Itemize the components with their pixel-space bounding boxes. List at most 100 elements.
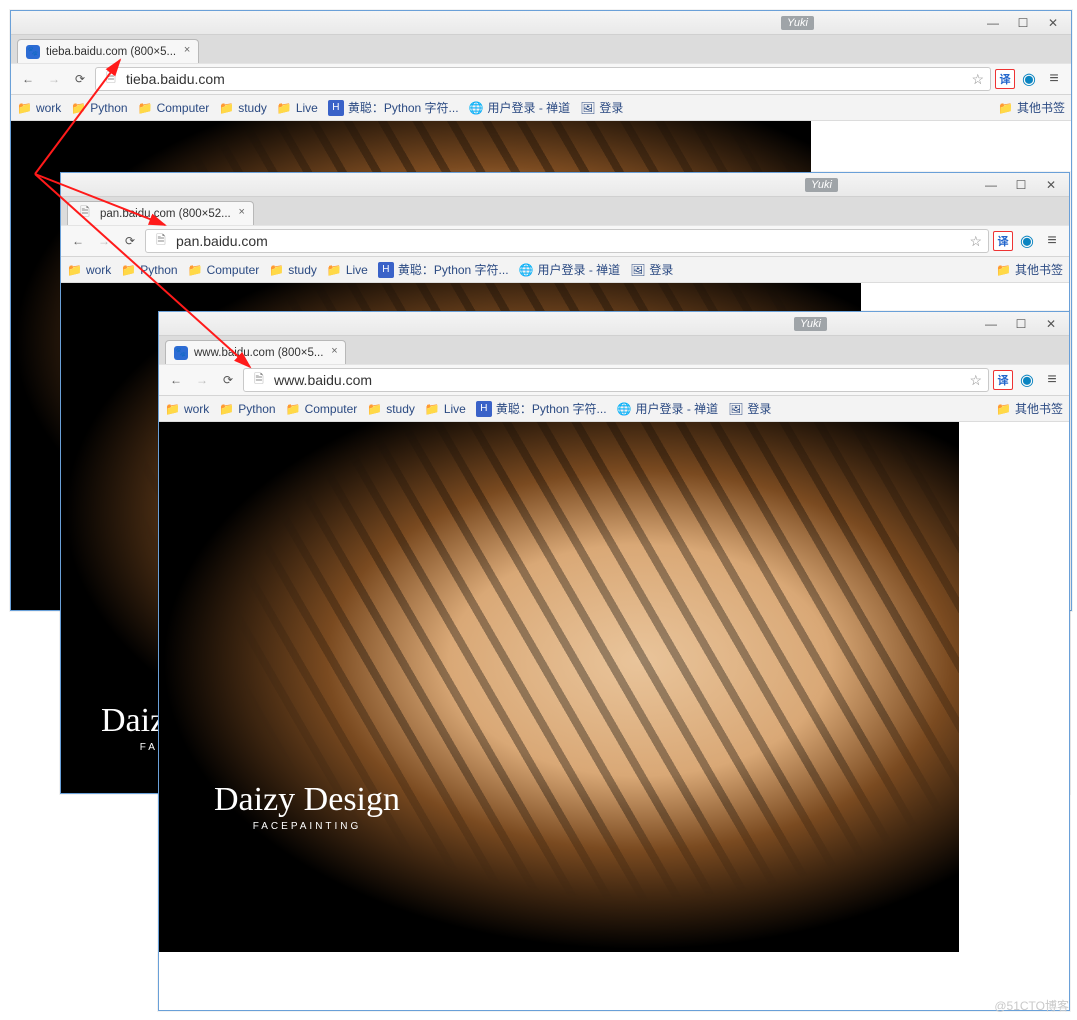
tab-close-button[interactable]: ×	[235, 206, 249, 220]
toolbar: ← → ⟳ pan.baidu.com ☆ 译 ◉ ≡	[61, 225, 1069, 257]
tab-strip: www.baidu.com (800×5... ×	[159, 336, 1069, 364]
folder-icon	[996, 263, 1011, 277]
maximize-button[interactable]: ☐	[1007, 176, 1035, 194]
folder-icon	[188, 263, 203, 277]
browser-extension-icon[interactable]: ◉	[1017, 231, 1037, 251]
favicon-icon	[174, 346, 188, 360]
back-button[interactable]: ←	[67, 230, 89, 252]
folder-icon	[996, 402, 1011, 416]
pic-icon	[630, 263, 645, 277]
menu-button[interactable]: ≡	[1041, 371, 1063, 389]
browser-extension-icon[interactable]: ◉	[1019, 69, 1039, 89]
bookmark-other[interactable]: 其他书签	[998, 99, 1065, 116]
folder-icon	[121, 263, 136, 277]
bookmark-folder-study[interactable]: study	[367, 402, 415, 416]
address-bar[interactable]: www.baidu.com ☆	[243, 368, 989, 392]
url-text: www.baidu.com	[274, 372, 372, 388]
tab-title: www.baidu.com (800×5...	[194, 347, 323, 359]
translate-extension-icon[interactable]: 译	[993, 231, 1013, 251]
bookmark-folder-work[interactable]: work	[67, 263, 111, 277]
back-button[interactable]: ←	[165, 369, 187, 391]
bookmark-other[interactable]: 其他书签	[996, 400, 1063, 417]
tab-close-button[interactable]: ×	[327, 345, 341, 359]
reload-button[interactable]: ⟳	[69, 68, 91, 90]
minimize-button[interactable]: —	[979, 14, 1007, 32]
bookmark-other[interactable]: 其他书签	[996, 261, 1063, 278]
close-button[interactable]: ✕	[1039, 14, 1067, 32]
bookmark-folder-computer[interactable]: Computer	[188, 263, 260, 277]
bookmark-star-icon[interactable]: ☆	[969, 233, 982, 250]
folder-icon	[269, 263, 284, 277]
site-icon: H	[328, 100, 344, 116]
close-button[interactable]: ✕	[1037, 176, 1065, 194]
bookmark-folder-live[interactable]: Live	[425, 402, 466, 416]
browser-tab[interactable]: www.baidu.com (800×5... ×	[165, 340, 346, 364]
tab-strip: tieba.baidu.com (800×5... ×	[11, 35, 1071, 63]
browser-tab[interactable]: tieba.baidu.com (800×5... ×	[17, 39, 199, 63]
minimize-button[interactable]: —	[977, 176, 1005, 194]
forward-button[interactable]: →	[93, 230, 115, 252]
tab-title: tieba.baidu.com (800×5...	[46, 46, 176, 58]
bookmark-link-huangcong[interactable]: H黄聪：Python 字符...	[328, 99, 459, 116]
bookmark-folder-python[interactable]: Python	[71, 101, 127, 115]
bookmark-folder-computer[interactable]: Computer	[286, 402, 358, 416]
bookmark-folder-work[interactable]: work	[165, 402, 209, 416]
bookmark-folder-study[interactable]: study	[219, 101, 267, 115]
bookmark-link-zentao[interactable]: 用户登录 - 禅道	[617, 400, 719, 417]
pic-icon	[580, 101, 595, 115]
minimize-button[interactable]: —	[977, 315, 1005, 333]
reload-button[interactable]: ⟳	[119, 230, 141, 252]
bookmark-folder-live[interactable]: Live	[277, 101, 318, 115]
browser-extension-icon[interactable]: ◉	[1017, 370, 1037, 390]
bookmark-link-login[interactable]: 登录	[580, 99, 623, 116]
bookmark-bar: work Python Computer study Live H黄聪：Pyth…	[61, 257, 1069, 283]
bookmark-folder-study[interactable]: study	[269, 263, 317, 277]
bookmark-folder-computer[interactable]: Computer	[138, 101, 210, 115]
site-icon: H	[378, 262, 394, 278]
address-bar[interactable]: pan.baidu.com ☆	[145, 229, 989, 253]
translate-extension-icon[interactable]: 译	[995, 69, 1015, 89]
back-button[interactable]: ←	[17, 68, 39, 90]
site-info-icon[interactable]	[250, 371, 268, 389]
menu-button[interactable]: ≡	[1043, 70, 1065, 88]
bookmark-link-huangcong[interactable]: H黄聪：Python 字符...	[378, 261, 509, 278]
folder-icon	[425, 402, 440, 416]
folder-icon	[219, 101, 234, 115]
bookmark-folder-python[interactable]: Python	[219, 402, 275, 416]
folder-icon	[165, 402, 180, 416]
bookmark-folder-live[interactable]: Live	[327, 263, 368, 277]
bookmark-star-icon[interactable]: ☆	[971, 71, 984, 88]
maximize-button[interactable]: ☐	[1007, 315, 1035, 333]
globe-icon	[519, 263, 534, 277]
folder-icon	[998, 101, 1013, 115]
tab-close-button[interactable]: ×	[180, 44, 194, 58]
favicon-icon	[26, 45, 40, 59]
reload-button[interactable]: ⟳	[217, 369, 239, 391]
toolbar: ← → ⟳ www.baidu.com ☆ 译 ◉ ≡	[159, 364, 1069, 396]
address-bar[interactable]: tieba.baidu.com ☆	[95, 67, 991, 91]
site-info-icon[interactable]	[102, 70, 120, 88]
bookmark-link-zentao[interactable]: 用户登录 - 禅道	[519, 261, 621, 278]
bookmark-link-zentao[interactable]: 用户登录 - 禅道	[469, 99, 571, 116]
maximize-button[interactable]: ☐	[1009, 14, 1037, 32]
photo-watermark: Daizy Design FACEPAINTING	[214, 783, 400, 832]
bookmark-folder-python[interactable]: Python	[121, 263, 177, 277]
browser-tab[interactable]: pan.baidu.com (800×52... ×	[67, 201, 254, 225]
titlebar: Yuki — ☐ ✕	[159, 312, 1069, 336]
tab-strip: pan.baidu.com (800×52... ×	[61, 197, 1069, 225]
image-view: Daizy Design FACEPAINTING	[159, 422, 959, 952]
close-button[interactable]: ✕	[1037, 315, 1065, 333]
bookmark-link-login[interactable]: 登录	[728, 400, 771, 417]
site-info-icon[interactable]	[152, 232, 170, 250]
folder-icon	[219, 402, 234, 416]
forward-button[interactable]: →	[191, 369, 213, 391]
forward-button[interactable]: →	[43, 68, 65, 90]
bookmark-folder-work[interactable]: work	[17, 101, 61, 115]
photo-brand-main: Daizy Design	[214, 783, 400, 817]
globe-icon	[617, 402, 632, 416]
bookmark-star-icon[interactable]: ☆	[969, 372, 982, 389]
bookmark-link-login[interactable]: 登录	[630, 261, 673, 278]
translate-extension-icon[interactable]: 译	[993, 370, 1013, 390]
bookmark-link-huangcong[interactable]: H黄聪：Python 字符...	[476, 400, 607, 417]
menu-button[interactable]: ≡	[1041, 232, 1063, 250]
